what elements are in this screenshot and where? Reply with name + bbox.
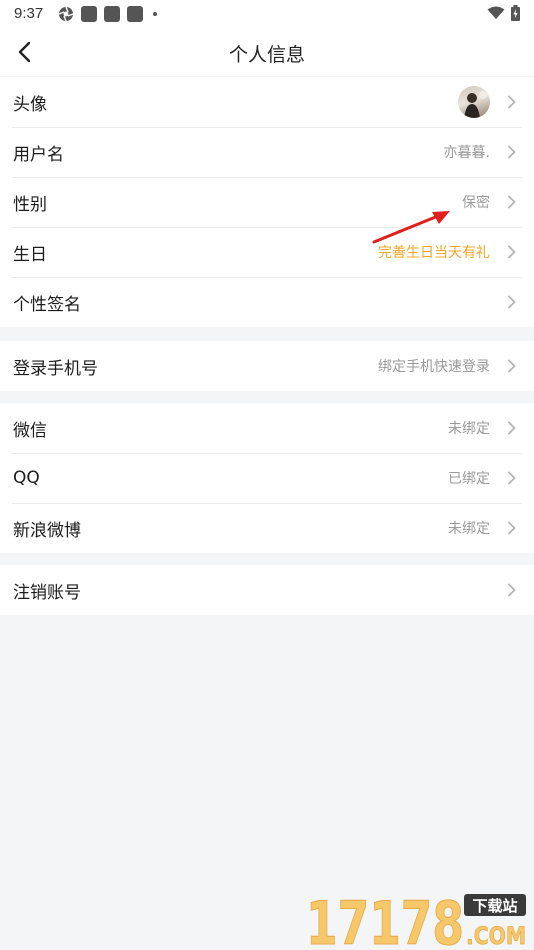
phone-value: 绑定手机快速登录 (378, 359, 490, 375)
battery-icon (511, 5, 520, 21)
more-notifications-icon (153, 12, 157, 16)
account-section: 注销账号 (0, 565, 534, 615)
phone-row[interactable]: 登录手机号 绑定手机快速登录 (0, 341, 534, 391)
cancel-account-row[interactable]: 注销账号 (0, 565, 534, 615)
wechat-row[interactable]: 微信 未绑定 (0, 403, 534, 453)
signature-label: 个性签名 (13, 294, 81, 315)
chevron-right-icon (508, 421, 516, 435)
aperture-icon (58, 6, 74, 22)
watermark-logo: 17178 下载站 .COM (306, 890, 527, 948)
watermark-tag: 下载站 (472, 897, 517, 915)
gender-value: 保密 (462, 195, 490, 211)
chevron-right-icon (508, 245, 516, 259)
weibo-row[interactable]: 新浪微博 未绑定 (0, 503, 534, 553)
chevron-right-icon (508, 95, 516, 109)
chevron-right-icon (508, 145, 516, 159)
page-title: 个人信息 (228, 44, 305, 66)
status-bar: 9:37 (0, 0, 534, 28)
username-label: 用户名 (13, 144, 64, 165)
avatar-row[interactable]: 头像 (0, 77, 534, 127)
profile-section: 头像 用户名 亦暮暮. 性别 保密 生日 完善生日当天有礼 个性签名 (0, 77, 534, 327)
wechat-label: 微信 (13, 420, 47, 441)
qq-row[interactable]: QQ 已绑定 (0, 453, 534, 503)
cancel-account-label: 注销账号 (13, 582, 81, 603)
annotation-arrow-icon (372, 211, 450, 244)
phone-section: 登录手机号 绑定手机快速登录 (0, 341, 534, 391)
wifi-icon (487, 6, 505, 19)
avatar (458, 86, 490, 118)
watermark-domain: .COM (466, 922, 526, 948)
phone-label: 登录手机号 (13, 358, 98, 379)
social-binding-section: 微信 未绑定 QQ 已绑定 新浪微博 未绑定 (0, 403, 534, 553)
status-notification-icons (58, 6, 157, 22)
avatar-label: 头像 (13, 94, 47, 115)
signature-row[interactable]: 个性签名 (0, 277, 534, 327)
chevron-right-icon (508, 471, 516, 485)
username-row[interactable]: 用户名 亦暮暮. (0, 127, 534, 177)
weibo-value: 未绑定 (448, 521, 490, 537)
notification-app-icon (104, 6, 120, 22)
chevron-right-icon (508, 583, 516, 597)
status-system-icons (487, 5, 520, 21)
qq-value: 已绑定 (448, 471, 490, 487)
chevron-right-icon (508, 521, 516, 535)
notification-app-icon (81, 6, 97, 22)
username-value: 亦暮暮. (443, 145, 490, 161)
wechat-value: 未绑定 (448, 421, 490, 437)
weibo-label: 新浪微博 (13, 520, 81, 541)
chevron-right-icon (508, 295, 516, 309)
nav-bar: 个人信息 (0, 28, 534, 76)
watermark-number: 17178 (306, 890, 464, 948)
chevron-right-icon (508, 359, 516, 373)
qq-label: QQ (13, 468, 40, 488)
birthday-label: 生日 (13, 244, 47, 265)
chevron-right-icon (508, 195, 516, 209)
status-time: 9:37 (14, 5, 44, 22)
notification-app-icon (127, 6, 143, 22)
gender-label: 性别 (13, 194, 47, 215)
